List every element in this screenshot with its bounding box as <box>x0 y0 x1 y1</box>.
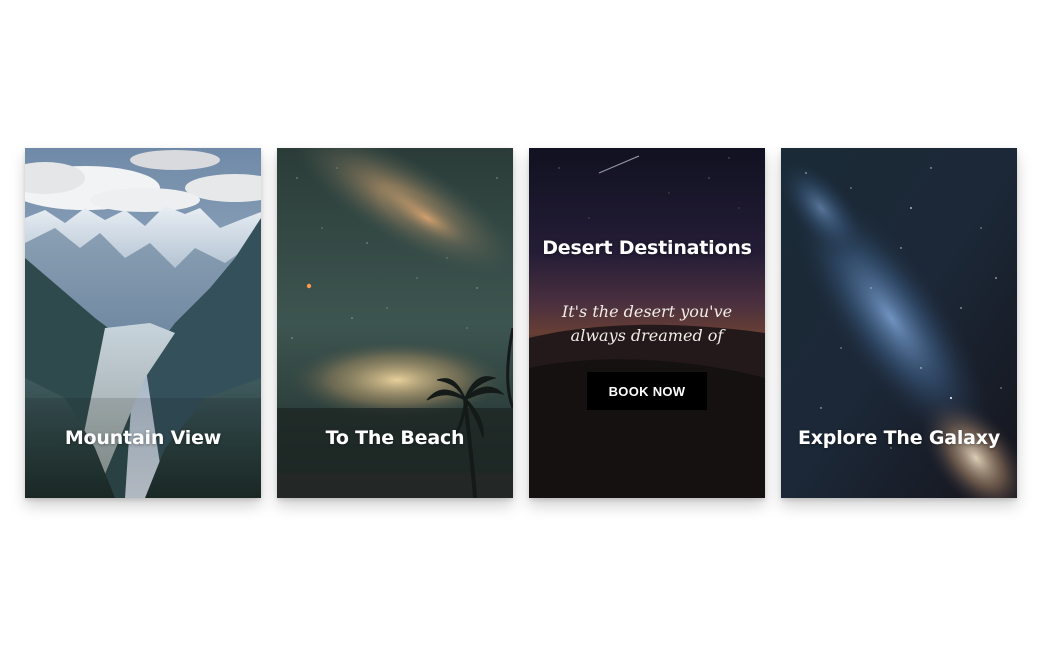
card-title: To The Beach <box>325 427 465 449</box>
book-now-button[interactable]: BOOK NOW <box>587 372 707 410</box>
card-title: Desert Destinations <box>542 237 752 259</box>
card-row: Mountain View To The Beach Desert Destin… <box>25 148 1017 498</box>
page: Mountain View To The Beach Desert Destin… <box>0 0 1042 651</box>
card-mountain-view[interactable]: Mountain View <box>25 148 261 498</box>
card-to-the-beach[interactable]: To The Beach <box>277 148 513 498</box>
card-title: Mountain View <box>64 427 222 449</box>
card-desert-destinations[interactable]: Desert Destinations It's the desert you'… <box>529 148 765 498</box>
card-description: It's the desert you've always dreamed of <box>561 302 733 345</box>
card-explore-the-galaxy[interactable]: Explore The Galaxy <box>781 148 1017 498</box>
card-title: Explore The Galaxy <box>797 427 1001 449</box>
